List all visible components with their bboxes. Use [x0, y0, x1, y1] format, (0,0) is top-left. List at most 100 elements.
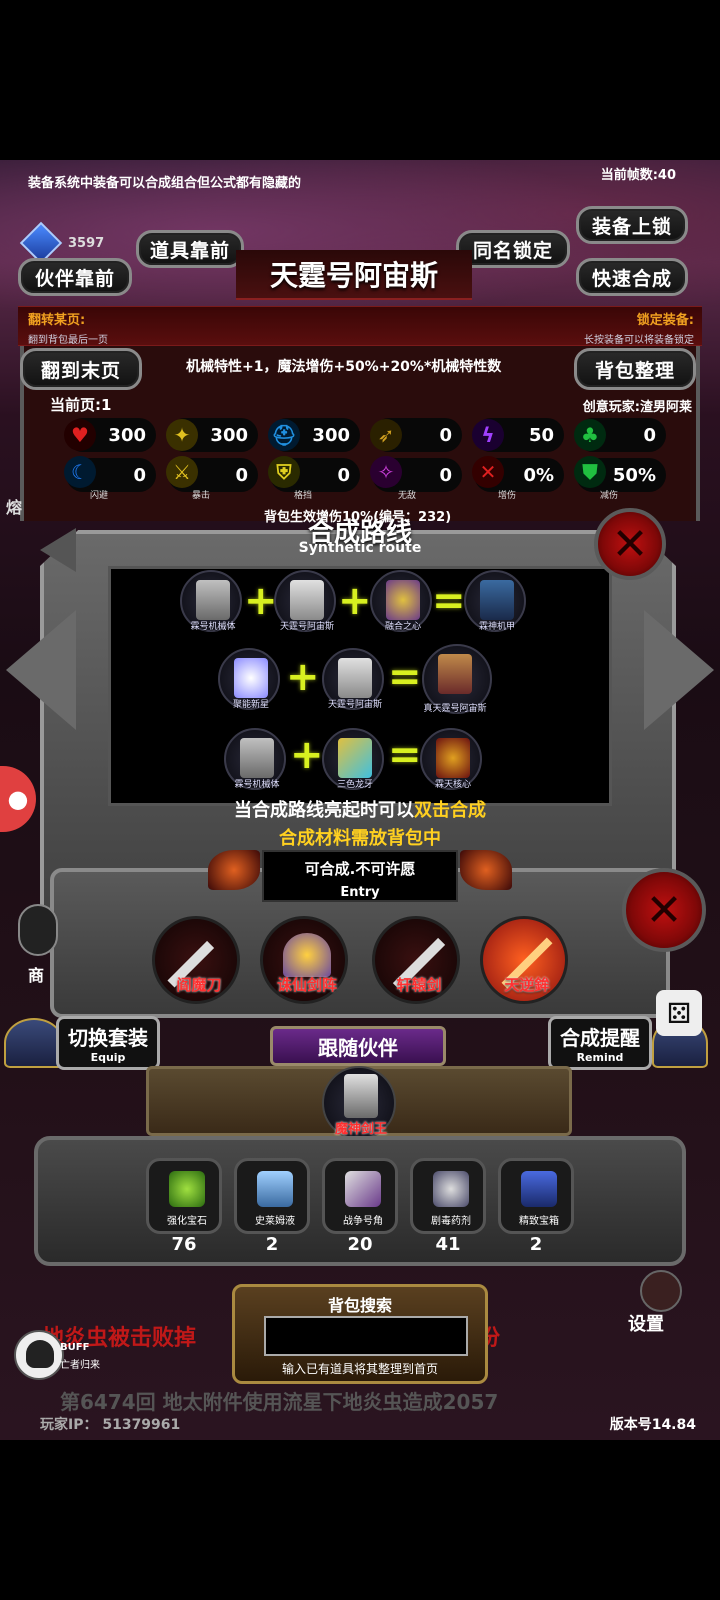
- player-ip: 玩家IP： 51379961: [40, 1417, 181, 1433]
- synth-remind-label: 合成提醒: [560, 1026, 640, 1050]
- bag-sort-button[interactable]: 背包整理: [574, 348, 696, 390]
- lock-equip-sub: 长按装备可以将装备锁定: [584, 335, 694, 346]
- damage-up-caption: 增伤: [498, 491, 517, 501]
- heart-icon: ♥: [64, 419, 96, 451]
- damage-reduce-icon: ⛊: [574, 456, 606, 488]
- plus-icon: +: [290, 732, 324, 778]
- equals-icon: =: [388, 654, 422, 700]
- stat-value: 0: [439, 424, 452, 446]
- synth-remind-button[interactable]: 合成提醒 Remind: [548, 1016, 652, 1070]
- material-slot[interactable]: 史莱姆液: [234, 1158, 310, 1234]
- follow-banner: 跟随伙伴: [270, 1026, 446, 1066]
- entry-text: 可合成.不可许愿: [304, 860, 416, 878]
- route-item[interactable]: 天霆号阿宙斯: [274, 570, 336, 632]
- poison-icon: [433, 1171, 469, 1207]
- material-slot[interactable]: 剧毒药剂: [410, 1158, 486, 1234]
- close-icon[interactable]: ✕: [594, 508, 666, 580]
- route-item[interactable]: 霖号机械体: [180, 570, 242, 632]
- stat-value: 0: [235, 464, 248, 486]
- mech-icon: [196, 580, 230, 620]
- search-title: 背包搜索: [327, 1296, 392, 1315]
- material-slot[interactable]: 战争号角: [322, 1158, 398, 1234]
- item-front-button[interactable]: 道具靠前: [136, 230, 244, 268]
- left-edge-char: 熔: [6, 498, 23, 517]
- same-name-lock-button[interactable]: 同名锁定: [456, 230, 570, 268]
- stat-value: 0: [337, 464, 350, 486]
- route-item-label: 霖号机械体: [234, 780, 280, 790]
- bow-icon: ➶: [370, 419, 402, 451]
- helmet-icon: ⛑: [268, 419, 300, 451]
- core-icon: [436, 738, 470, 778]
- block-caption: 格挡: [294, 491, 313, 501]
- gear-icon[interactable]: [640, 1270, 682, 1312]
- buff-icon[interactable]: [14, 1330, 64, 1380]
- route-item-label: 聚能新星: [232, 700, 269, 710]
- damage-up-icon: ✕: [472, 456, 504, 488]
- switch-equip-button[interactable]: 切换套装 Equip: [56, 1016, 160, 1070]
- block-icon: ⛨: [268, 456, 300, 488]
- route-item[interactable]: 霖神机甲: [464, 570, 526, 632]
- shop-label: 商: [28, 966, 45, 985]
- stat-value: 300: [312, 424, 350, 446]
- weapon-slot[interactable]: 阎魔刀: [152, 916, 240, 1004]
- route-item[interactable]: 聚能新星: [218, 648, 280, 710]
- stat-value: 300: [108, 424, 146, 446]
- damage-reduce-caption: 减伤: [600, 491, 619, 501]
- route-item-label: 融合之心: [384, 622, 421, 632]
- equip-lock-button[interactable]: 装备上锁: [576, 206, 688, 244]
- weapon-slot[interactable]: 诛仙剑阵: [260, 916, 348, 1004]
- flame-wing-left-icon: [208, 850, 260, 890]
- battle-log-2: 第6474回 地太附件使用流星下地炎虫造成2057: [60, 1390, 499, 1414]
- route-item-label: 真天霆号阿宙斯: [423, 704, 487, 714]
- stat-value: 0%: [523, 464, 554, 486]
- setting-label: 设置: [628, 1314, 664, 1335]
- material-slot[interactable]: 强化宝石: [146, 1158, 222, 1234]
- equals-icon: =: [432, 578, 466, 624]
- armored-warrior-icon: [438, 654, 472, 694]
- dodge-icon: ☾: [64, 456, 96, 488]
- weapon-label: 诛仙剑阵: [276, 976, 337, 994]
- search-input[interactable]: [264, 1316, 468, 1356]
- route-item[interactable]: 真天霆号阿宙斯: [422, 644, 492, 714]
- route-item-label: 霖天核心: [434, 780, 471, 790]
- weapon-label: 阎魔刀: [176, 976, 222, 994]
- item-description: 机械特性+1，魔法增伤+50%+20%*机械特性数: [186, 359, 502, 375]
- helmet-left-icon: [4, 1018, 64, 1068]
- buff-sub: 亡者归来: [60, 1360, 100, 1371]
- material-slot[interactable]: 精致宝箱: [498, 1158, 574, 1234]
- companion-slot[interactable]: 魔神剑王: [322, 1066, 396, 1140]
- next-arrow-icon[interactable]: [644, 610, 714, 730]
- crit-caption: 暴击: [192, 491, 211, 501]
- weapon-slot[interactable]: 轩辕剑: [372, 916, 460, 1004]
- user-icon[interactable]: ●: [0, 766, 36, 832]
- synth-hint: 当合成路线亮起时可以双击合成: [0, 796, 720, 822]
- prev-arrow-icon[interactable]: [6, 610, 76, 730]
- invincible-caption: 无敌: [398, 491, 417, 501]
- material-count: 76: [171, 1234, 197, 1255]
- buff-label: BUFF: [60, 1342, 90, 1353]
- route-item[interactable]: 霖天核心: [420, 728, 482, 790]
- close-entry-icon[interactable]: ✕: [622, 868, 706, 952]
- weapon-slot[interactable]: 天逆鉾: [480, 916, 568, 1004]
- plus-icon: +: [244, 578, 278, 624]
- to-last-page-button[interactable]: 翻到末页: [20, 348, 142, 390]
- version: 版本号14.84: [609, 1417, 696, 1433]
- chest-icon: [521, 1171, 557, 1207]
- route-item[interactable]: 天霆号阿宙斯: [322, 648, 384, 710]
- current-page: 当前页:1: [50, 396, 112, 414]
- top-tip: 装备系统中装备可以合成组合但公式都有隐藏的: [28, 176, 302, 191]
- quick-synth-button[interactable]: 快速合成: [576, 258, 688, 296]
- route-item[interactable]: 霖号机械体: [224, 728, 286, 790]
- robot-icon: [338, 658, 372, 698]
- dodge-caption: 闪避: [90, 491, 109, 501]
- partner-front-button[interactable]: 伙伴靠前: [18, 258, 132, 296]
- route-item[interactable]: 三色龙牙: [322, 728, 384, 790]
- material-count: 2: [529, 1234, 543, 1255]
- strength-icon: ✦: [166, 419, 198, 451]
- stat-value: 0: [439, 464, 452, 486]
- synth-hint-highlight: 双击合成: [414, 800, 486, 821]
- route-item[interactable]: 融合之心: [370, 570, 432, 632]
- dice-icon[interactable]: ⚄: [656, 990, 702, 1036]
- creator: 创意玩家:渣男阿莱: [582, 400, 692, 415]
- shop-icon[interactable]: [18, 904, 58, 956]
